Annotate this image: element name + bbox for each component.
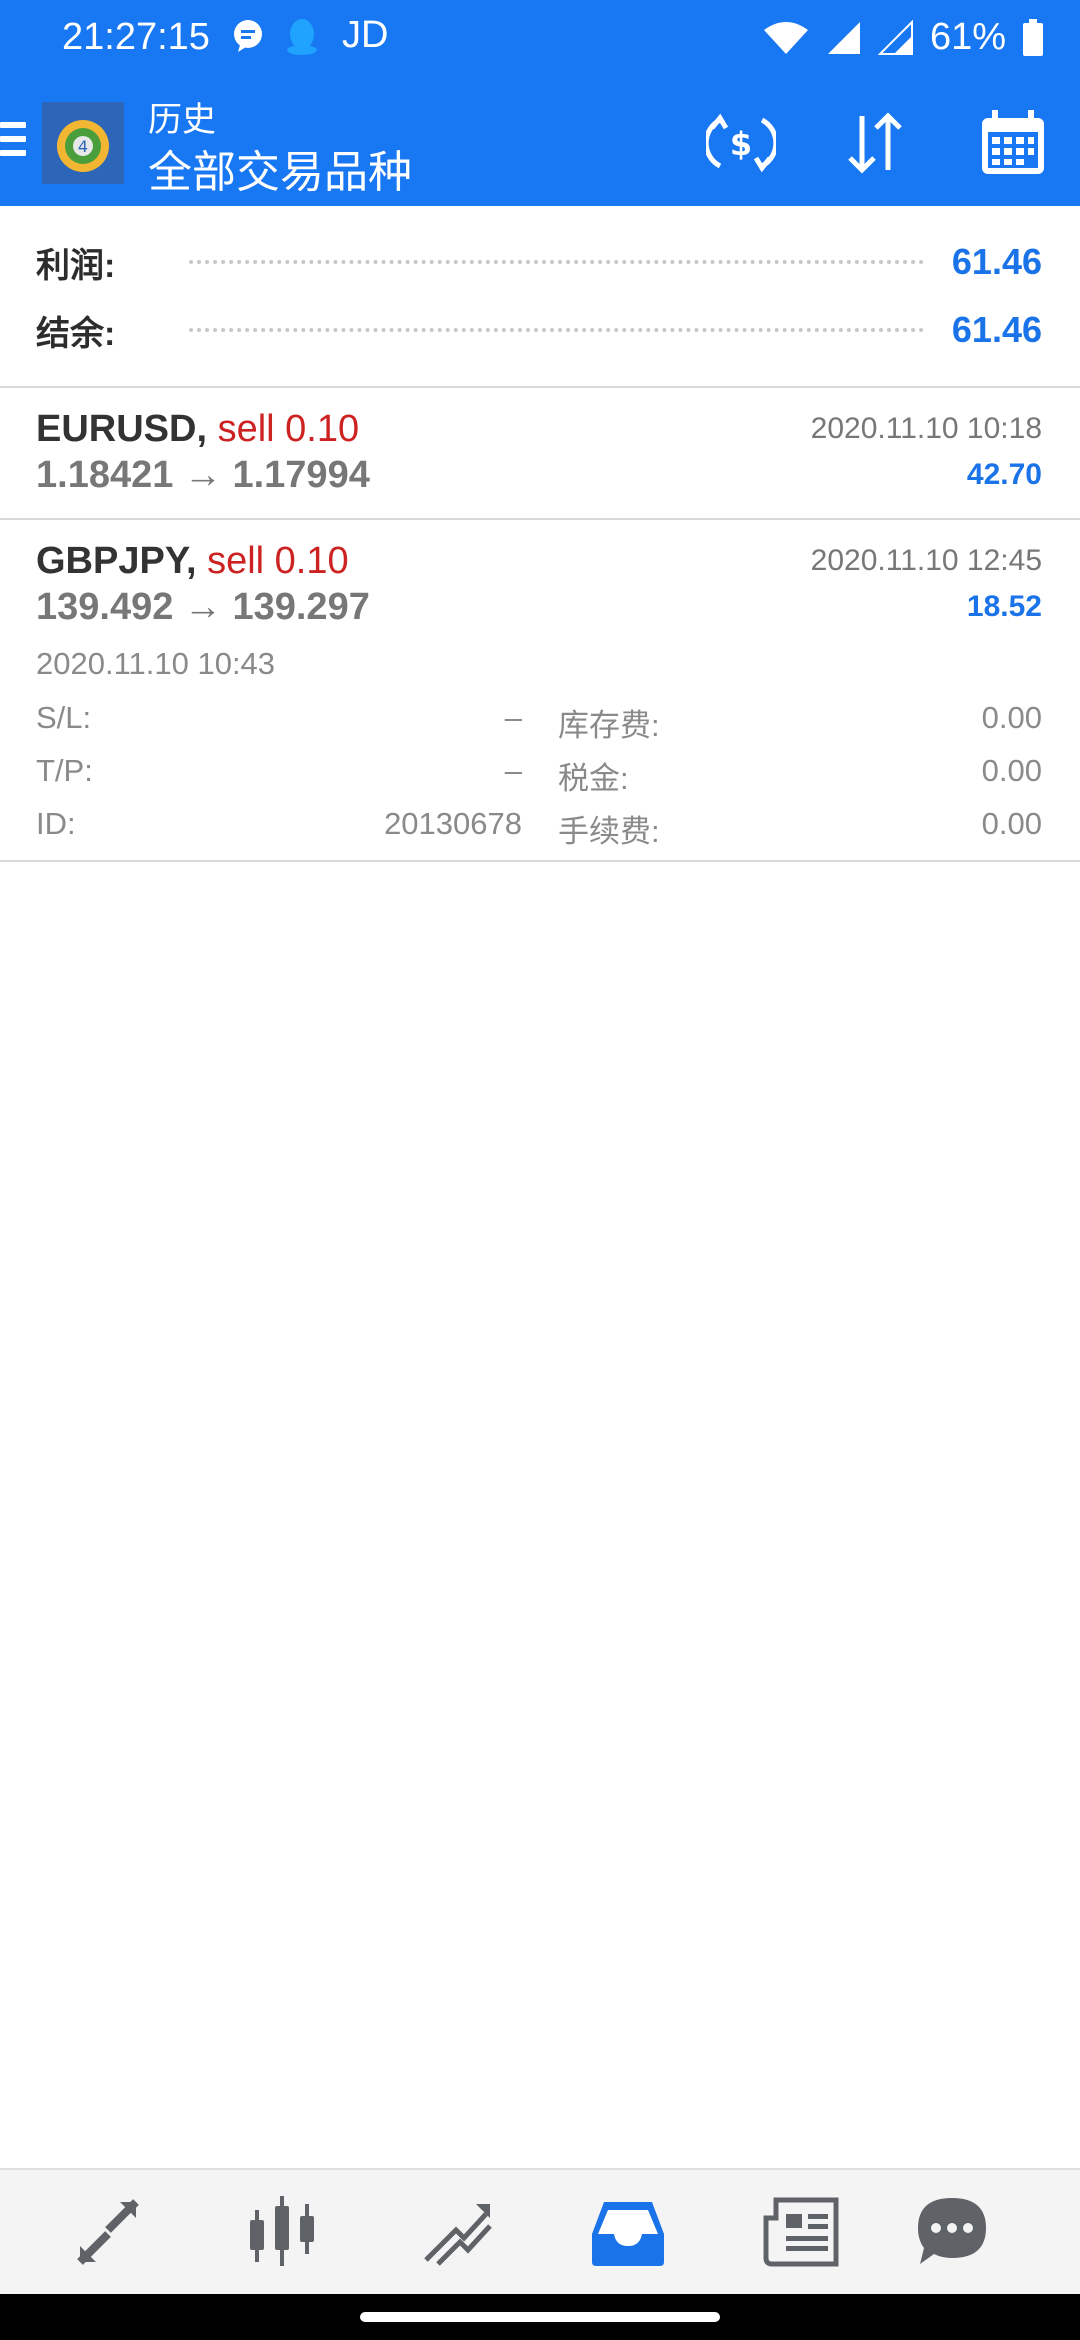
chart-candles-icon[interactable] — [242, 2192, 322, 2272]
trade-row-expanded[interactable]: GBPJPY, sell 0.10 139.492 → 139.297 2020… — [0, 520, 1080, 860]
quotes-icon[interactable] — [68, 2192, 148, 2272]
trade-prices: 1.18421 → 1.17994 — [36, 454, 370, 496]
signal-icon — [827, 21, 860, 54]
detail-row-id: ID: 20130678 手续费: 0.00 — [36, 806, 1042, 849]
history-summary: 利润: 61.46 结余: 61.46 — [0, 206, 1080, 386]
chat-icon[interactable] — [912, 2192, 992, 2272]
history-inbox-icon[interactable] — [588, 2192, 668, 2272]
detail-row-tp: T/P: – 税金: 0.00 — [36, 753, 1042, 796]
balance-row: 结余: 61.46 — [36, 300, 1042, 360]
battery-percent: 61% — [929, 16, 1006, 58]
page-title[interactable]: 全部交易品种 — [148, 136, 412, 200]
news-icon[interactable] — [762, 2192, 842, 2272]
calendar-icon[interactable] — [978, 108, 1048, 178]
tax-value: 0.00 — [981, 753, 1042, 788]
trade-symbol-line: EURUSD, sell 0.10 — [36, 408, 359, 451]
balance-value: 61.46 — [951, 309, 1042, 350]
page-subtitle: 历史 — [148, 101, 216, 139]
dotted-leader — [189, 328, 924, 332]
tax-label: 税金: — [558, 761, 629, 796]
divider — [0, 860, 1080, 862]
app-logo: 4 — [42, 102, 124, 184]
trade-close-time: 2020.11.10 12:45 — [810, 544, 1042, 577]
profit-label: 利润: — [36, 246, 116, 285]
svg-text:4: 4 — [78, 137, 88, 156]
swap-label: 库存费: — [558, 708, 660, 743]
trade-type: sell 0.10 — [217, 408, 360, 450]
home-gesture-pill[interactable] — [360, 2312, 720, 2322]
dotted-leader — [189, 260, 924, 264]
status-right: 61% — [762, 16, 1044, 59]
swap-value: 0.00 — [981, 700, 1042, 735]
signal-icon — [877, 19, 913, 55]
trade-icon[interactable] — [416, 2192, 496, 2272]
wifi-icon — [763, 21, 808, 54]
sort-icon[interactable] — [840, 108, 910, 178]
balance-label: 结余: — [36, 314, 116, 353]
fee-value: 0.00 — [981, 806, 1042, 841]
trade-prices: 139.492 → 139.297 — [36, 586, 370, 628]
trade-profit: 42.70 — [966, 458, 1042, 491]
jd-label: JD — [342, 14, 389, 56]
system-navigation-bar — [0, 2294, 1080, 2340]
status-bar: 21:27:15 JD 61% — [0, 0, 1080, 78]
id-value: 20130678 — [384, 806, 522, 841]
detail-row-sl: S/L: – 库存费: 0.00 — [36, 700, 1042, 743]
trade-symbol: EURUSD, — [36, 408, 208, 450]
status-notifications: JD — [230, 14, 388, 57]
qq-penguin-icon — [287, 18, 317, 55]
svg-text:$: $ — [730, 125, 752, 163]
trade-open-time: 2020.11.10 10:43 — [36, 646, 276, 681]
battery-icon — [1023, 18, 1043, 56]
profit-row: 利润: 61.46 — [36, 232, 1042, 292]
bottom-navigation — [0, 2168, 1080, 2294]
profit-value: 61.46 — [951, 241, 1042, 282]
trade-row[interactable]: EURUSD, sell 0.10 1.18421 → 1.17994 2020… — [0, 388, 1080, 518]
trade-type: sell 0.10 — [207, 540, 349, 582]
currency-exchange-icon[interactable]: $ — [706, 108, 776, 178]
sl-value: – — [504, 700, 522, 735]
status-time: 21:27:15 — [62, 16, 210, 58]
fee-label: 手续费: — [558, 814, 660, 849]
chat-bubble-icon — [234, 19, 262, 52]
trade-profit: 18.52 — [966, 590, 1042, 623]
tp-value: – — [504, 753, 522, 788]
hamburger-menu-icon[interactable] — [0, 122, 26, 162]
trade-symbol: GBPJPY, — [36, 540, 197, 582]
trade-close-time: 2020.11.10 10:18 — [810, 412, 1042, 445]
app-bar: 4 历史 全部交易品种 $ — [0, 78, 1080, 206]
trade-symbol-line: GBPJPY, sell 0.10 — [36, 540, 349, 583]
